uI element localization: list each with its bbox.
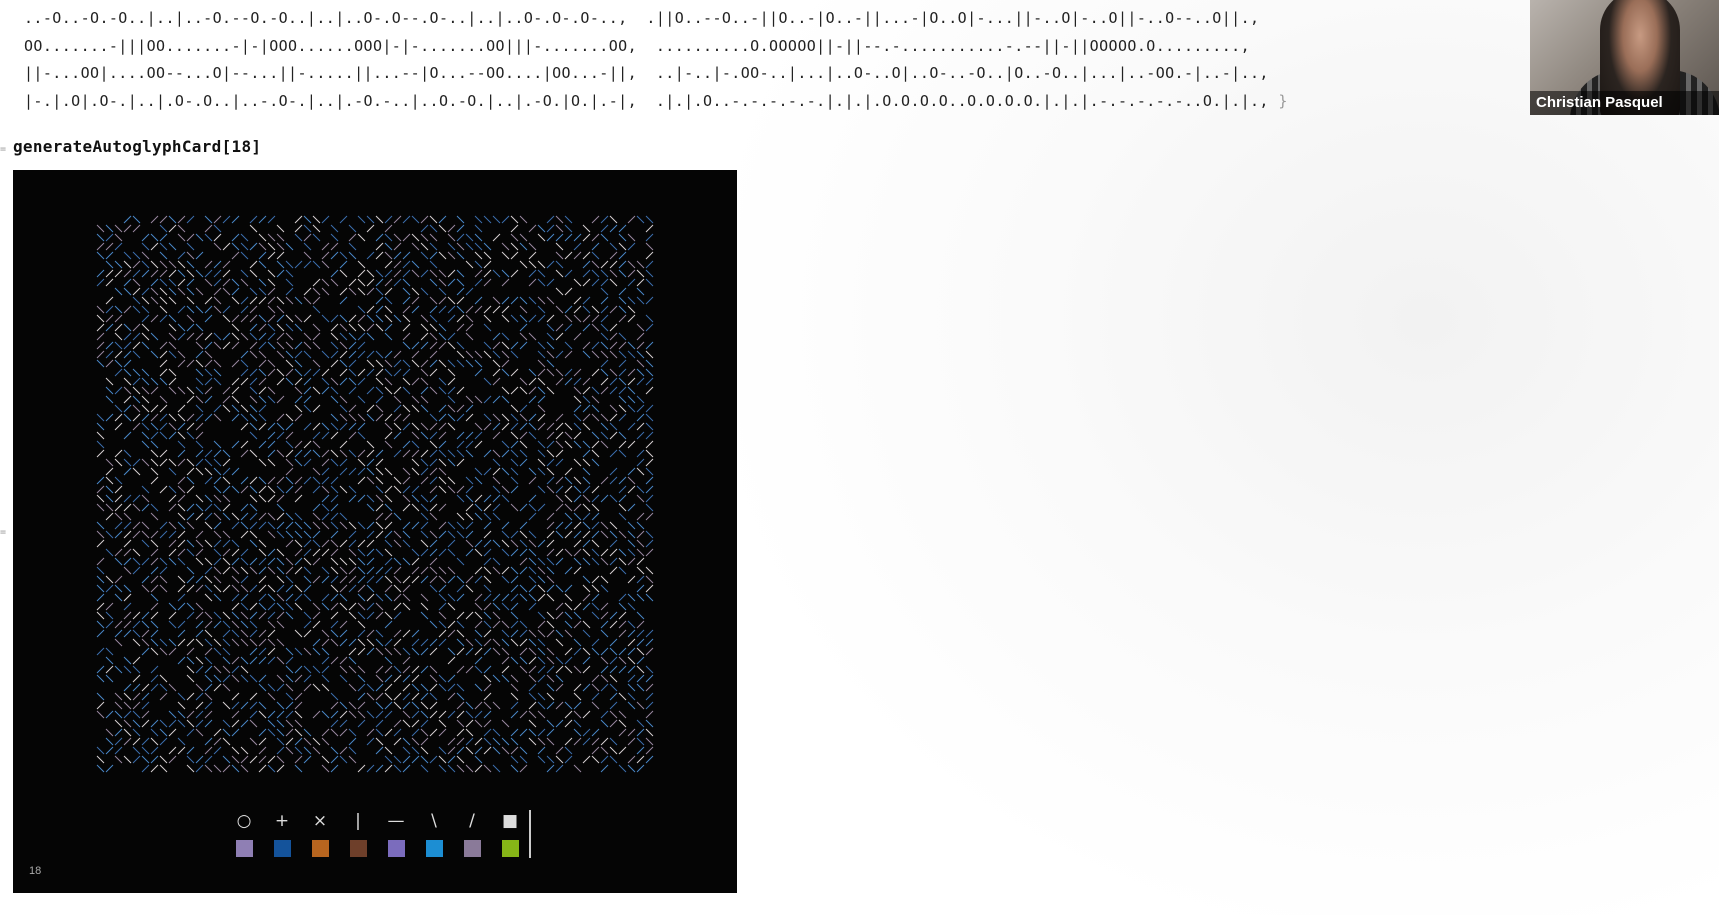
webcam-overlay: Christian Pasquel <box>1530 0 1719 115</box>
plus-icon: + <box>274 811 290 831</box>
autoglyph-pattern <box>96 215 654 773</box>
color-swatch-7 <box>464 840 481 857</box>
output-line-4: |-.|.O|.O-.|..|.O-.O..|..-.O-.|..|.-O.-.… <box>24 91 1288 111</box>
color-swatch-2 <box>274 840 291 857</box>
webcam-name-label: Christian Pasquel <box>1530 91 1719 115</box>
color-swatch-4 <box>350 840 367 857</box>
cell-bracket[interactable]: = <box>0 527 6 538</box>
glyph-legend: ○ + × | — \ / ■ <box>233 810 533 870</box>
cross-icon: × <box>312 811 328 831</box>
glyph-strokes <box>96 215 654 773</box>
slash-icon: / <box>469 811 475 831</box>
square-icon: ■ <box>501 811 519 831</box>
output-line-2: OO.......-|||OO.......-|-|OOO......OOO|-… <box>24 37 1250 55</box>
color-swatch-8 <box>502 840 519 857</box>
backslash-icon: \ <box>431 811 437 831</box>
card-number: 18 <box>29 865 42 877</box>
text-cursor <box>529 810 531 858</box>
output-line-1: ..-O..-O.-O..|..|..-O.--O.-O..|..|..O-.O… <box>24 9 1260 27</box>
vertical-bar-icon: | <box>355 811 361 831</box>
color-swatch-3 <box>312 840 329 857</box>
output-line-4-text: |-.|.O|.O-.|..|.O-.O..|..-.O-.|..|.-O.-.… <box>24 92 1269 110</box>
horizontal-bar-icon: — <box>387 811 405 831</box>
output-line-3: ||-...OO|....OO--...O|--...||-.....||...… <box>24 64 1269 82</box>
circle-icon: ○ <box>236 811 252 831</box>
background-glow <box>740 0 1719 915</box>
autoglyph-card: ○ + × | — \ / ■ 18 <box>13 170 737 893</box>
color-swatch-1 <box>236 840 253 857</box>
color-swatch-5 <box>388 840 405 857</box>
cell-bracket[interactable]: = <box>0 144 6 155</box>
input-cell-code[interactable]: generateAutoglyphCard[18] <box>13 137 261 156</box>
closing-brace: } <box>1278 92 1288 110</box>
color-swatch-6 <box>426 840 443 857</box>
